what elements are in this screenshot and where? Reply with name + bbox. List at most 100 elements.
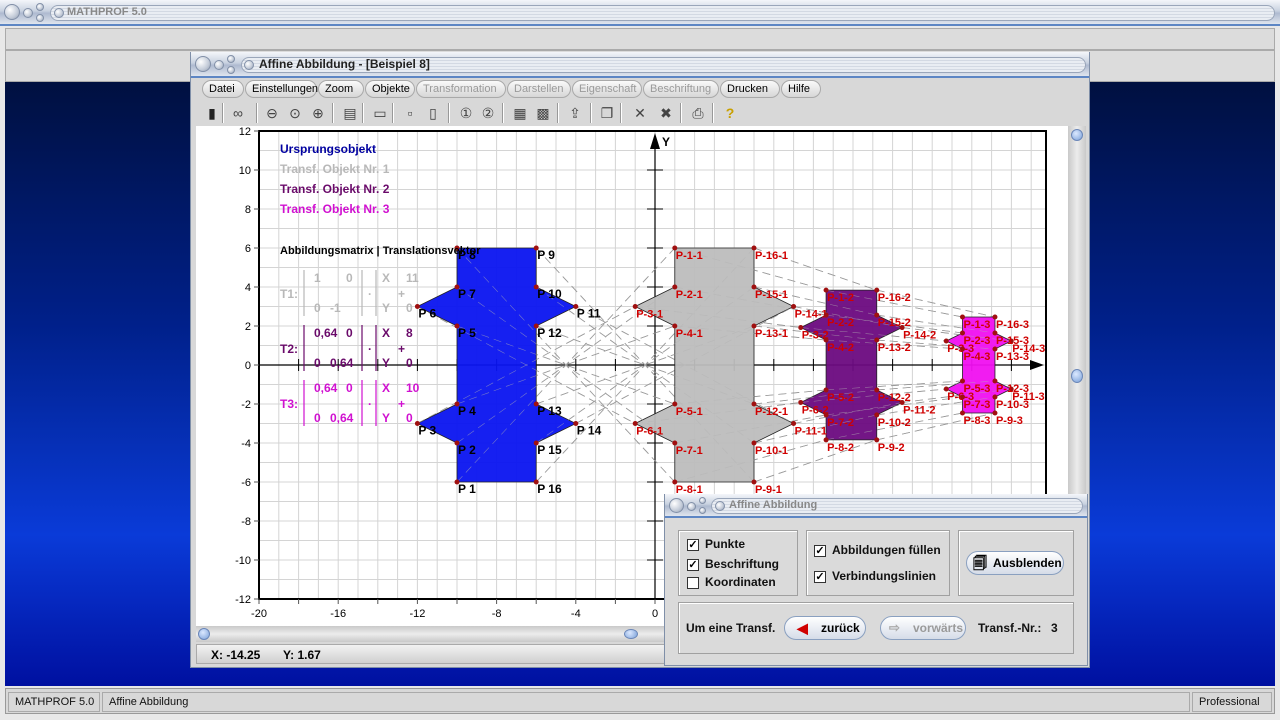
forward-button[interactable]: ⇨ vorwärts bbox=[880, 616, 966, 640]
point-label: P-10-1 bbox=[755, 445, 788, 457]
single-box-icon[interactable]: ▫ bbox=[400, 103, 420, 123]
point-label: P-7-1 bbox=[676, 445, 703, 457]
y-tick-label: 8 bbox=[245, 204, 251, 216]
copy-icon[interactable]: ❐ bbox=[597, 103, 617, 123]
translation-cell: 0 bbox=[406, 411, 413, 425]
matrix-cell: 0 bbox=[314, 301, 321, 315]
status-app: MATHPROF 5.0 bbox=[8, 692, 100, 712]
circle-1-icon[interactable]: ① bbox=[456, 103, 476, 123]
point-label: P 15 bbox=[537, 443, 562, 457]
menu-datei[interactable]: Datei bbox=[202, 80, 244, 98]
point-label: P-14-2 bbox=[903, 330, 936, 342]
window-icon[interactable]: ▮ bbox=[202, 103, 222, 123]
coord-x: X: -14.25 bbox=[211, 648, 261, 662]
vector-var: X bbox=[382, 326, 390, 340]
matrix-cell: 0 bbox=[314, 356, 321, 370]
menu-transformation[interactable]: Transformation bbox=[416, 80, 506, 98]
image-icon[interactable]: ▩ bbox=[533, 103, 553, 123]
menu-einstellungen[interactable]: Einstellungen bbox=[245, 80, 318, 98]
zoom-in-icon[interactable]: ⊕ bbox=[308, 103, 328, 123]
plus-op: + bbox=[398, 287, 405, 301]
point-label: P-9-3 bbox=[996, 415, 1023, 427]
left-checkbox-label[interactable]: Koordinaten bbox=[705, 575, 776, 589]
mid-checkbox-0[interactable]: ✓ bbox=[814, 545, 826, 557]
status-bar: MATHPROF 5.0 Affine Abbildung Profession… bbox=[5, 688, 1275, 714]
back-button[interactable]: ◀ zurück bbox=[784, 616, 866, 640]
point-label: P-11-2 bbox=[903, 404, 935, 416]
menu-objekte[interactable]: Objekte bbox=[365, 80, 415, 98]
left-checkbox-2[interactable] bbox=[687, 577, 699, 589]
point-label: P-14-1 bbox=[795, 309, 828, 321]
clear-icon[interactable]: ✕ bbox=[630, 103, 650, 123]
point-label: P-1-3 bbox=[963, 319, 990, 331]
point-label: P-12-2 bbox=[878, 392, 911, 404]
double-box-icon[interactable]: ▯ bbox=[423, 103, 443, 123]
point-label: P 7 bbox=[458, 287, 476, 301]
hide-button-label: Ausblenden bbox=[993, 556, 1062, 570]
y-axis-arrow bbox=[650, 133, 660, 149]
y-tick-label: 12 bbox=[239, 126, 251, 138]
toolbar-separator bbox=[332, 103, 334, 123]
vertical-scroll-up[interactable] bbox=[1071, 129, 1083, 141]
point-label: P-16-1 bbox=[755, 250, 788, 262]
menu-beschriftung[interactable]: Beschriftung bbox=[643, 80, 719, 98]
matrix-cell: 1 bbox=[314, 271, 321, 285]
y-tick-label: -6 bbox=[241, 477, 251, 489]
point-label: P 1 bbox=[458, 482, 476, 496]
point-label: P 9 bbox=[537, 248, 555, 262]
menu-hilfe[interactable]: Hilfe bbox=[781, 80, 821, 98]
menu-darstellen[interactable]: Darstellen bbox=[507, 80, 571, 98]
menu-eigenschaft[interactable]: Eigenschaft bbox=[572, 80, 642, 98]
point-label: P-16-3 bbox=[996, 319, 1029, 331]
menu-drucken[interactable]: Drucken bbox=[720, 80, 780, 98]
left-checkbox-label[interactable]: Punkte bbox=[705, 537, 745, 551]
translation-cell: 8 bbox=[406, 326, 413, 340]
left-checkbox-1[interactable]: ✓ bbox=[687, 559, 699, 571]
transf-nr-value: 3 bbox=[1051, 621, 1058, 635]
hide-button[interactable]: 🗐 Ausblenden bbox=[966, 551, 1064, 575]
clear-all-icon[interactable]: ✖ bbox=[656, 103, 676, 123]
point-label: P-13-2 bbox=[878, 342, 911, 354]
left-checkbox-label[interactable]: Beschriftung bbox=[705, 557, 779, 571]
point-label: P-1-1 bbox=[676, 250, 703, 262]
main-window-titlebar: Affine Abbildung - [Beispiel 8] bbox=[191, 52, 1089, 78]
mid-checkbox-label[interactable]: Abbildungen füllen bbox=[832, 543, 941, 557]
toolbar-separator bbox=[620, 103, 622, 123]
horizontal-scroll-thumb[interactable] bbox=[624, 629, 638, 639]
status-edition: Professional bbox=[1192, 692, 1272, 712]
vertical-scroll-thumb[interactable] bbox=[1071, 369, 1083, 383]
point-label: P 6 bbox=[418, 307, 436, 321]
point-label: P-7-2 bbox=[827, 417, 854, 429]
export-icon[interactable]: ⇪ bbox=[565, 103, 585, 123]
mid-checkbox-label[interactable]: Verbindungslinien bbox=[832, 569, 936, 583]
panel-icon[interactable]: ▭ bbox=[370, 103, 390, 123]
zoom-reset-icon[interactable]: ⊙ bbox=[285, 103, 305, 123]
menu-zoom[interactable]: Zoom bbox=[318, 80, 364, 98]
forward-button-label: vorwärts bbox=[913, 621, 964, 635]
x-tick-label: -20 bbox=[251, 608, 267, 620]
matrix-cell: 0 bbox=[314, 411, 321, 425]
legend-item: Transf. Objekt Nr. 2 bbox=[280, 182, 390, 196]
point-label: P 12 bbox=[537, 326, 562, 340]
zoom-out-icon[interactable]: ⊖ bbox=[262, 103, 282, 123]
transform-name: T2: bbox=[280, 342, 298, 356]
matrix-cell: 0 bbox=[346, 326, 353, 340]
print-icon[interactable]: ⎙ bbox=[688, 103, 708, 123]
point-label: P-8-2 bbox=[827, 442, 854, 454]
point-label: P-1-2 bbox=[827, 292, 854, 304]
left-checkbox-0[interactable]: ✓ bbox=[687, 539, 699, 551]
vector-var: Y bbox=[382, 301, 390, 315]
help-icon[interactable]: ? bbox=[720, 103, 740, 123]
point-label: P-7-3 bbox=[963, 399, 990, 411]
translation-cell: 11 bbox=[406, 271, 419, 285]
legend-item: Transf. Objekt Nr. 1 bbox=[280, 162, 390, 176]
properties-icon[interactable]: ▤ bbox=[340, 103, 360, 123]
circle-2-icon[interactable]: ② bbox=[478, 103, 498, 123]
arrow-left-icon: ◀ bbox=[797, 620, 808, 636]
glasses-icon[interactable]: ∞ bbox=[228, 103, 248, 123]
table-icon[interactable]: ▦ bbox=[510, 103, 530, 123]
mid-checkbox-1[interactable]: ✓ bbox=[814, 571, 826, 583]
horizontal-scroll-left[interactable] bbox=[198, 628, 210, 640]
transform-name: T1: bbox=[280, 287, 298, 301]
point-label: P-4-3 bbox=[963, 351, 990, 363]
